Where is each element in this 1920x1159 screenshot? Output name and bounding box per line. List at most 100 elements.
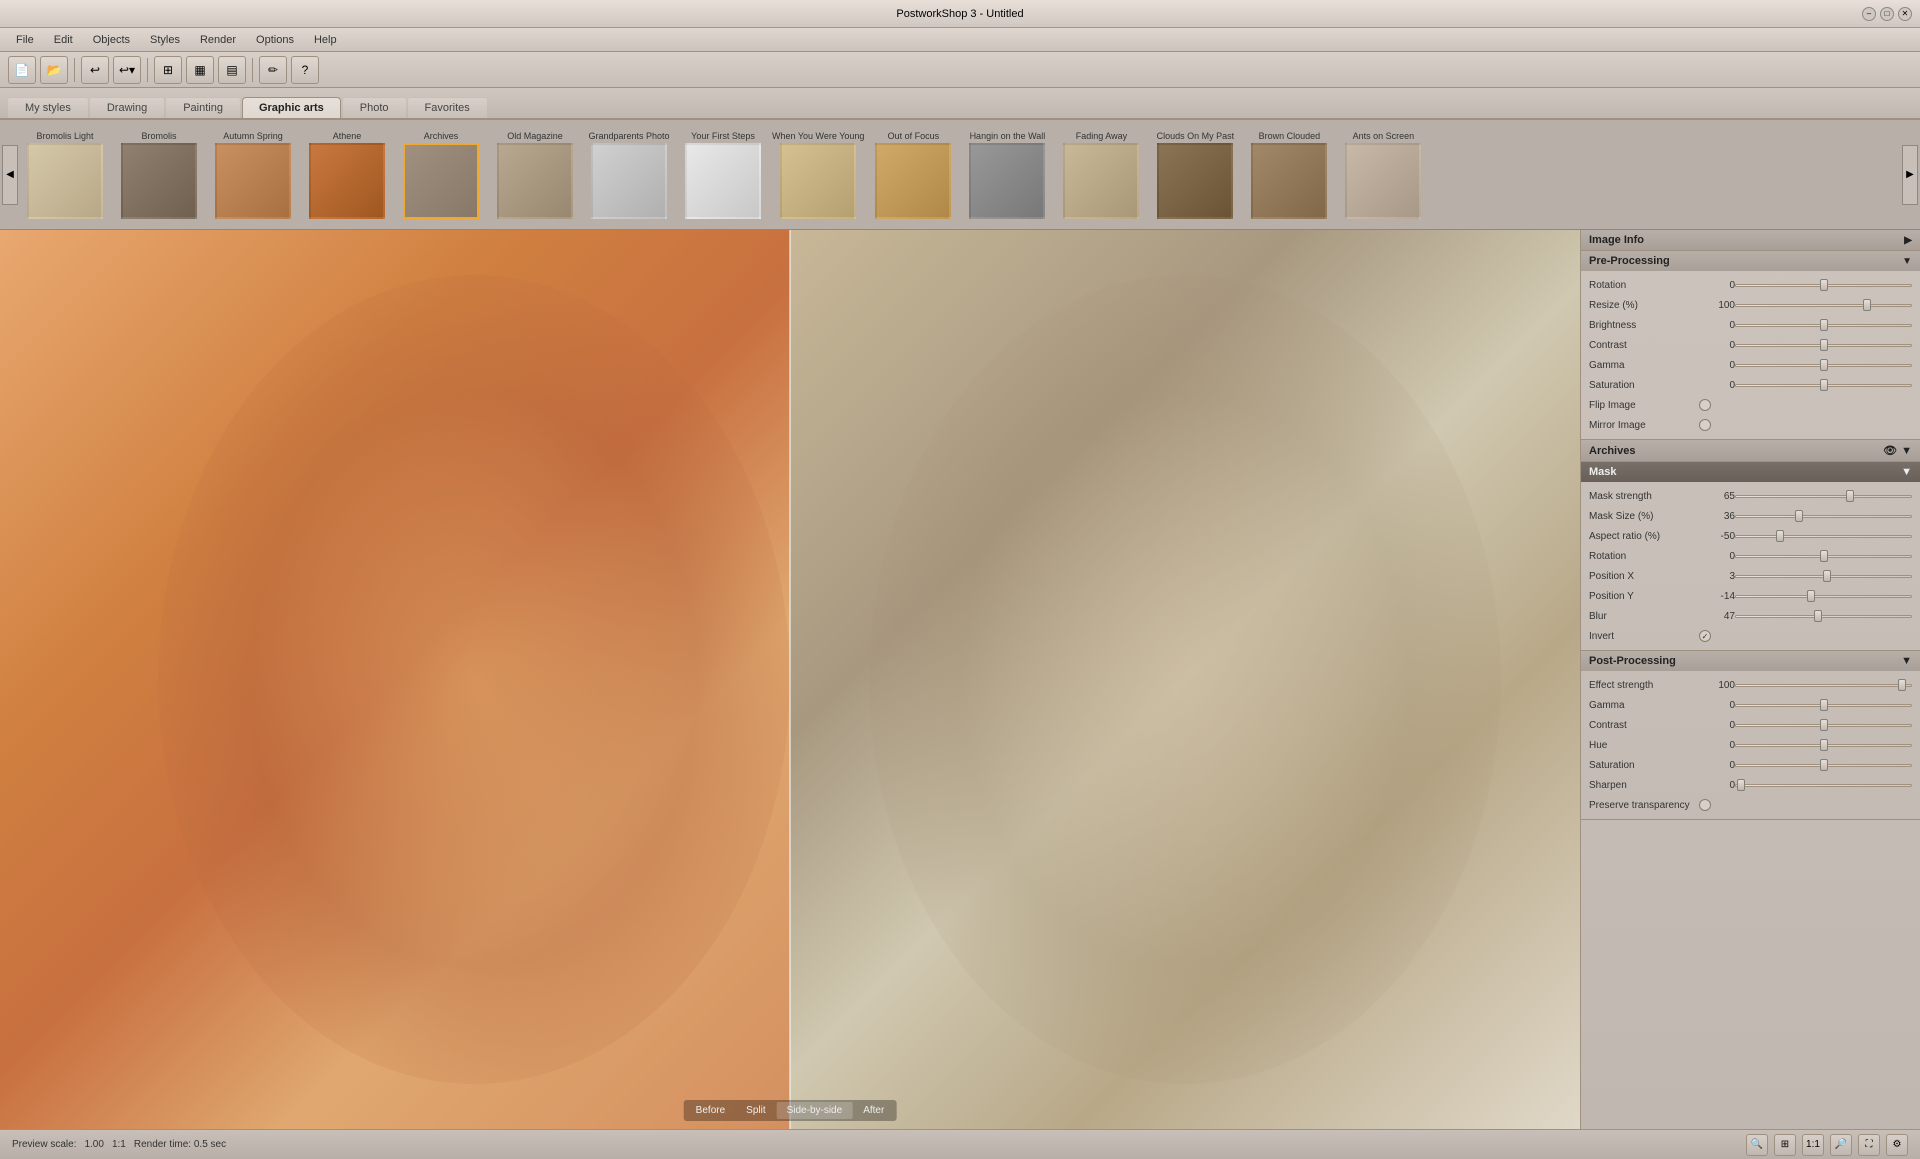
undo-list-button[interactable]: ↩▾ [113,56,141,84]
menu-help[interactable]: Help [306,32,345,48]
mask-rotation-slider[interactable] [1735,549,1912,563]
invert-checkbox[interactable] [1699,630,1711,642]
post-processing-header[interactable]: Post-Processing ▼ [1581,651,1920,671]
mask-header[interactable]: Mask ▼ [1581,462,1920,482]
preset-strip: ◀ Bromolis Light Bromolis Autumn Spring … [0,120,1920,230]
position-x-slider[interactable] [1735,569,1912,583]
zoom-in-button[interactable]: 🔎 [1830,1134,1852,1156]
sharpen-slider[interactable] [1735,778,1912,792]
close-button[interactable]: ✕ [1898,7,1912,21]
toolbar: 📄 📂 ↩ ↩▾ ⊞ ▦ ▤ ✏ ? [0,52,1920,88]
preset-archives[interactable]: Archives [396,131,486,219]
tab-my-styles[interactable]: My styles [8,97,88,118]
color-pick-button[interactable]: ✏ [259,56,287,84]
preset-old-magazine[interactable]: Old Magazine [490,131,580,219]
menu-edit[interactable]: Edit [46,32,81,48]
contrast-pre-slider[interactable] [1735,338,1912,352]
menu-objects[interactable]: Objects [85,32,138,48]
contrast-post-slider[interactable] [1735,718,1912,732]
undo-button[interactable]: ↩ [81,56,109,84]
fullscreen-button[interactable]: ⛶ [1858,1134,1880,1156]
mask-strength-slider[interactable] [1735,489,1912,503]
help-button[interactable]: ? [291,56,319,84]
tab-photo[interactable]: Photo [343,97,406,118]
separator-1 [74,58,75,82]
gamma-pre-value: 0 [1699,360,1735,371]
preset-out-of-focus[interactable]: Out of Focus [868,131,958,219]
preset-athene[interactable]: Athene [302,131,392,219]
flip-image-checkbox[interactable] [1699,399,1711,411]
zoom-out-button[interactable]: 🔍 [1746,1134,1768,1156]
rotation-label: Rotation [1589,280,1699,291]
position-y-slider[interactable] [1735,589,1912,603]
mask-content: Mask strength 65 Mask Size (%) 36 As [1581,482,1920,650]
menu-options[interactable]: Options [248,32,302,48]
menu-file[interactable]: File [8,32,42,48]
archives-collapse: ▼ [1901,445,1912,457]
preset-nav-left[interactable]: ◀ [2,145,18,205]
view-sidebyside-button[interactable]: Side-by-side [777,1102,853,1119]
zoom-columns-button[interactable]: ▤ [218,56,246,84]
aspect-ratio-slider[interactable] [1735,529,1912,543]
preset-autumn-spring[interactable]: Autumn Spring [208,131,298,219]
zoom-fit-button[interactable]: ⊞ [1774,1134,1796,1156]
tab-painting[interactable]: Painting [166,97,240,118]
tab-favorites[interactable]: Favorites [408,97,487,118]
effect-strength-slider[interactable] [1735,678,1912,692]
mirror-image-label: Mirror Image [1589,420,1699,431]
new-button[interactable]: 📄 [8,56,36,84]
view-before-button[interactable]: Before [686,1102,735,1119]
tab-graphic-arts[interactable]: Graphic arts [242,97,341,118]
saturation-post-slider[interactable] [1735,758,1912,772]
brightness-slider[interactable] [1735,318,1912,332]
view-after-button[interactable]: After [853,1102,894,1119]
view-split-button[interactable]: Split [736,1102,775,1119]
brightness-value: 0 [1699,320,1735,331]
gamma-pre-slider[interactable] [1735,358,1912,372]
open-button[interactable]: 📂 [40,56,68,84]
zoom-grid-button[interactable]: ▦ [186,56,214,84]
gamma-post-slider[interactable] [1735,698,1912,712]
mirror-image-checkbox-area [1699,419,1711,431]
param-saturation-pre: Saturation 0 [1581,375,1920,395]
mask-size-slider[interactable] [1735,509,1912,523]
settings-button[interactable]: ⚙ [1886,1134,1908,1156]
preset-fading-away[interactable]: Fading Away [1056,131,1146,219]
maximize-button[interactable]: □ [1880,7,1894,21]
image-info-header[interactable]: Image Info ▶ [1581,230,1920,250]
preset-bromolis[interactable]: Bromolis [114,131,204,219]
saturation-pre-slider[interactable] [1735,378,1912,392]
preset-nav-right[interactable]: ▶ [1902,145,1918,205]
canvas-area: Before Split Side-by-side After [0,230,1580,1129]
preserve-transparency-checkbox[interactable] [1699,799,1711,811]
preset-ants-on-screen[interactable]: Ants on Screen [1338,131,1428,219]
menubar: File Edit Objects Styles Render Options … [0,28,1920,52]
pre-processing-content: Rotation 0 Resize (%) 100 Brightness [1581,271,1920,439]
menu-render[interactable]: Render [192,32,244,48]
aspect-ratio-value: -50 [1699,531,1735,542]
zoom-1to1-button[interactable]: 1:1 [1802,1134,1824,1156]
preset-bromolis-light[interactable]: Bromolis Light [20,131,110,219]
preset-when-you-were-young[interactable]: When You Were Young [772,131,864,219]
minimize-button[interactable]: – [1862,7,1876,21]
pre-processing-header[interactable]: Pre-Processing ▼ [1581,251,1920,271]
preset-your-first-steps[interactable]: Your First Steps [678,131,768,219]
preset-brown-clouded[interactable]: Brown Clouded [1244,131,1334,219]
preset-clouds-on-my-past[interactable]: Clouds On My Past [1150,131,1240,219]
rotation-slider[interactable] [1735,278,1912,292]
preset-grandparents-photo[interactable]: Grandparents Photo [584,131,674,219]
mirror-image-checkbox[interactable] [1699,419,1711,431]
post-processing-content: Effect strength 100 Gamma 0 Contrast [1581,671,1920,819]
tab-drawing[interactable]: Drawing [90,97,164,118]
hue-slider[interactable] [1735,738,1912,752]
menu-styles[interactable]: Styles [142,32,188,48]
preset-hangin-on-the-wall[interactable]: Hangin on the Wall [962,131,1052,219]
flip-image-checkbox-area [1699,399,1711,411]
resize-slider[interactable] [1735,298,1912,312]
post-processing-collapse: ▼ [1901,655,1912,667]
zoom-select-button[interactable]: ⊞ [154,56,182,84]
param-resize: Resize (%) 100 [1581,295,1920,315]
section-archives: Archives 👁 ▼ [1581,440,1920,462]
blur-slider[interactable] [1735,609,1912,623]
archives-header[interactable]: Archives 👁 ▼ [1581,440,1920,461]
